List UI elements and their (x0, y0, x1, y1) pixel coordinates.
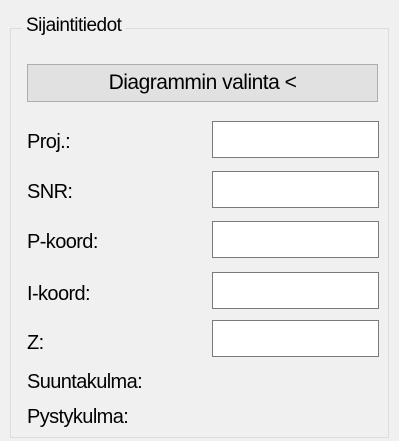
groupbox-title: Sijaintitiedot (22, 14, 126, 38)
suuntakulma-label: Suuntakulma: (27, 371, 143, 393)
p-koord-label: P-koord: (27, 231, 98, 253)
z-input[interactable] (212, 320, 379, 357)
z-label: Z: (27, 332, 44, 354)
diagram-select-button[interactable]: Diagrammin valinta < (27, 64, 378, 102)
pystykulma-label: Pystykulma: (27, 406, 129, 428)
p-koord-input[interactable] (212, 221, 379, 258)
snr-label: SNR: (27, 181, 73, 203)
snr-input[interactable] (212, 171, 379, 208)
i-koord-input[interactable] (212, 272, 379, 309)
i-koord-label: I-koord: (27, 283, 91, 305)
proj-input[interactable] (212, 121, 379, 158)
proj-label: Proj.: (27, 131, 71, 153)
